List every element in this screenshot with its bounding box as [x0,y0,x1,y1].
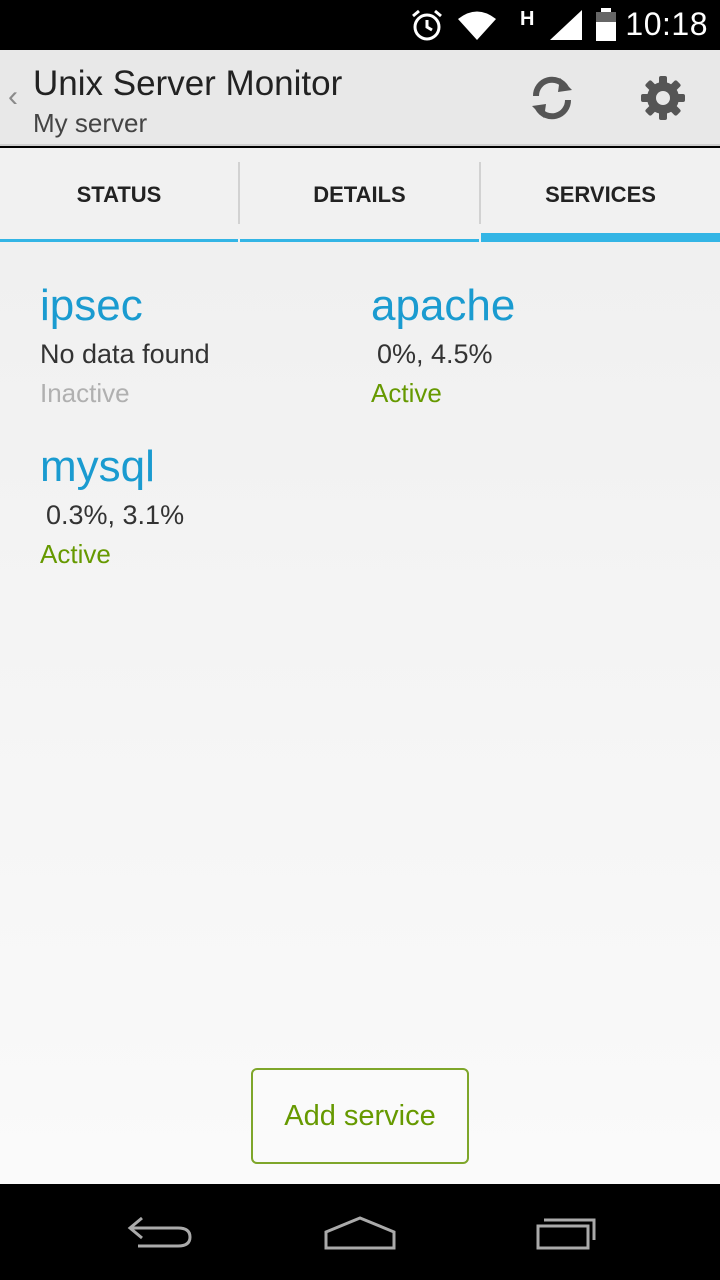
service-item-apache[interactable]: apache 0%, 4.5% Active [371,280,515,408]
refresh-icon [532,76,572,120]
service-name: mysql [40,442,155,491]
clock: 10:18 [625,6,708,42]
service-name: ipsec [40,281,143,330]
service-status: Active [40,539,111,569]
signal-icon [550,10,582,40]
settings-gear-icon [641,76,685,120]
network-type-label: H [520,8,535,30]
recent-apps-button[interactable] [517,1208,607,1256]
service-status: Active [371,378,442,408]
add-service-button[interactable]: Add service [251,1068,469,1164]
service-item-mysql[interactable]: mysql 0.3%, 3.1% Active [40,441,184,569]
home-button[interactable] [315,1208,405,1256]
service-usage: 0%, 4.5% [377,339,493,369]
service-status: Inactive [40,378,130,408]
tab-label: DETAILS [313,182,406,207]
status-bar: H 10:18 [0,0,720,50]
tab-bar: STATUS DETAILS SERVICES [0,148,720,242]
app-title: Unix Server Monitor [33,64,343,103]
tab-services[interactable]: SERVICES [481,148,720,242]
tab-status[interactable]: STATUS [0,148,238,242]
server-subtitle: My server [33,108,148,138]
tab-details[interactable]: DETAILS [240,148,479,242]
action-bar: ‹ Unix Server Monitor My server [0,50,720,146]
navigation-bar [0,1184,720,1280]
tab-label: SERVICES [545,182,656,207]
service-usage: 0.3%, 3.1% [46,500,185,530]
tab-label: STATUS [76,182,162,207]
services-panel: ipsec No data found Inactive apache 0%, … [0,242,720,1184]
battery-icon [596,8,616,41]
recent-apps-icon [536,1218,596,1250]
tab-indicator [481,233,720,242]
home-icon [324,1216,396,1250]
refresh-button[interactable] [522,68,582,128]
back-button[interactable] [115,1208,205,1256]
back-icon [127,1216,192,1248]
wifi-icon [458,11,496,40]
service-name: apache [371,281,516,330]
service-item-ipsec[interactable]: ipsec No data found Inactive [40,280,210,408]
up-caret-icon[interactable]: ‹ [8,80,18,114]
settings-button[interactable] [633,68,693,128]
alarm-icon [412,9,442,41]
service-usage: No data found [40,339,210,369]
